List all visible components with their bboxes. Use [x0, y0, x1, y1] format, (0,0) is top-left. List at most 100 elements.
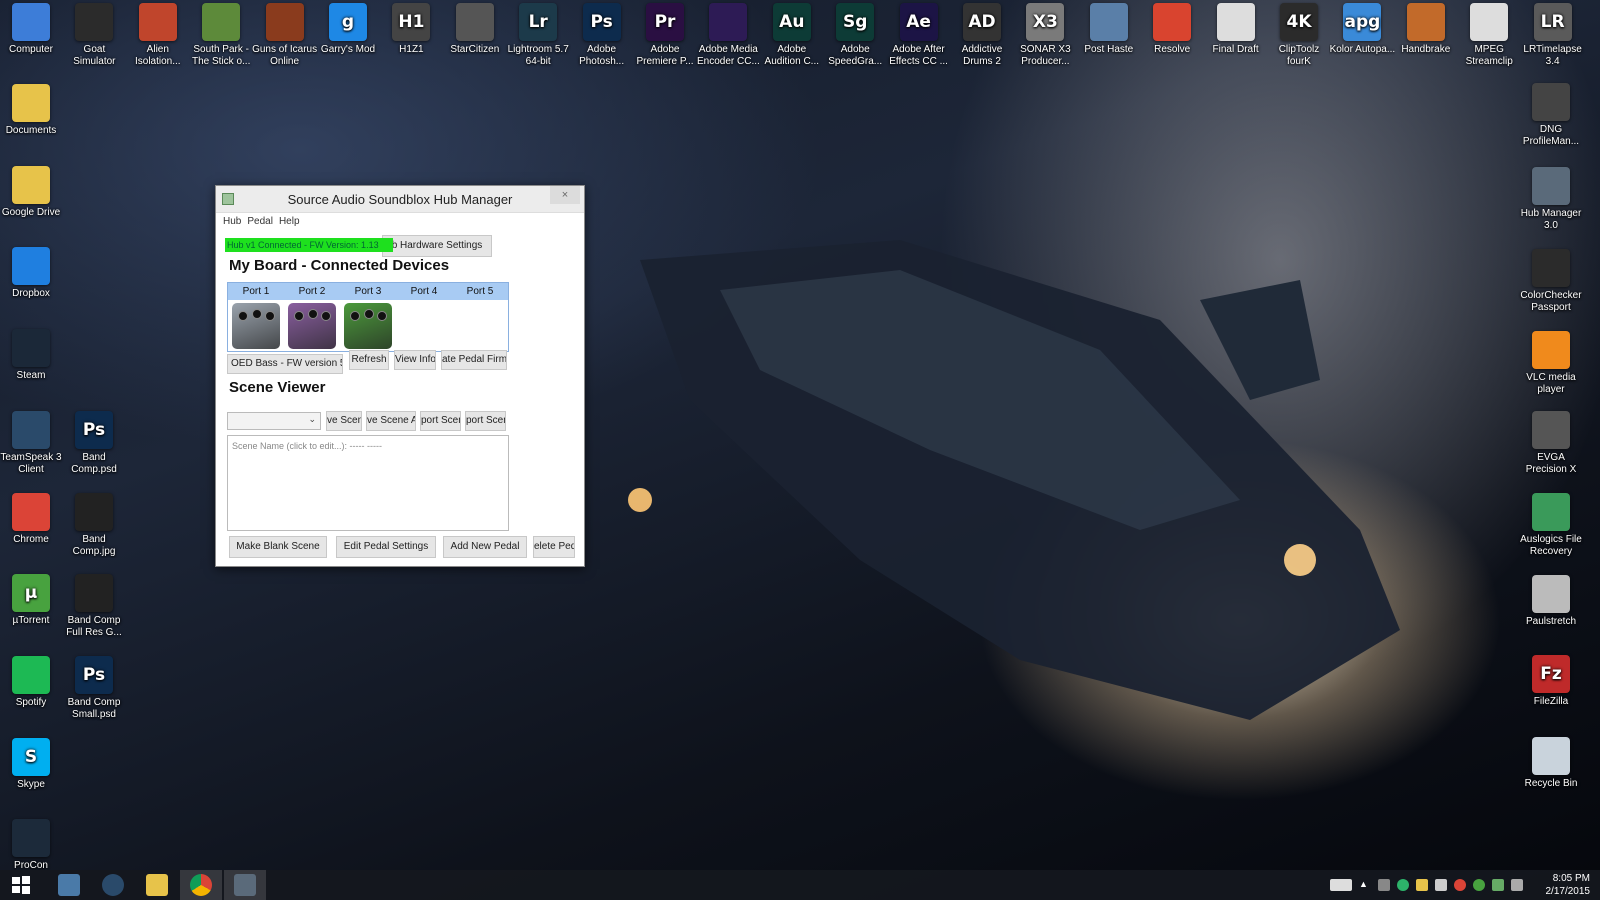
menu-pedal[interactable]: Pedal: [247, 216, 273, 227]
network-tray-icon[interactable]: [1378, 879, 1390, 891]
taskbar-chrome[interactable]: [180, 870, 222, 900]
update-pedal-firmware-button[interactable]: ate Pedal Firmw: [441, 350, 507, 370]
desktop-shortcut[interactable]: g Garry's Mod: [317, 0, 379, 80]
desktop-shortcut[interactable]: Chrome: [0, 490, 62, 570]
start-button[interactable]: [0, 870, 42, 900]
chrome-tray-icon[interactable]: [1454, 879, 1466, 891]
desktop-shortcut[interactable]: Adobe Media Encoder CC...: [697, 0, 760, 80]
folder-icon: [12, 84, 50, 122]
desktop-shortcut[interactable]: Final Draft: [1205, 0, 1267, 80]
desktop-shortcut[interactable]: µ µTorrent: [0, 571, 62, 651]
desktop-shortcut[interactable]: Au Adobe Audition C...: [761, 0, 823, 80]
desktop-shortcut[interactable]: ColorChecker Passport: [1520, 246, 1582, 326]
window-titlebar[interactable]: Source Audio Soundblox Hub Manager ×: [216, 186, 584, 213]
desktop-shortcut[interactable]: Dropbox: [0, 244, 62, 324]
taskbar-pin-app[interactable]: [48, 870, 90, 900]
procon-icon: [12, 819, 50, 858]
desktop-shortcut[interactable]: Ps Adobe Photosh...: [571, 0, 633, 80]
action-center-icon[interactable]: [1511, 879, 1523, 891]
sync-tray-icon[interactable]: [1397, 879, 1409, 891]
desktop-shortcut[interactable]: Spotify: [0, 653, 62, 733]
port-4-header[interactable]: Port 4: [396, 283, 452, 300]
desktop-shortcut[interactable]: LR LRTimelapse 3.4: [1522, 0, 1584, 80]
desktop-shortcut[interactable]: Goat Simulator: [63, 0, 125, 80]
desktop-shortcut[interactable]: Ae Adobe After Effects CC ...: [888, 0, 950, 80]
menu-hub[interactable]: Hub: [223, 216, 241, 227]
desktop-shortcut[interactable]: Band Comp.jpg: [63, 490, 125, 570]
drive-tray-icon[interactable]: [1416, 879, 1428, 891]
desktop-shortcut[interactable]: X3 SONAR X3 Producer...: [1014, 0, 1076, 80]
desktop-shortcut[interactable]: Handbrake: [1395, 0, 1457, 80]
port-3-header[interactable]: Port 3: [340, 283, 396, 300]
desktop-shortcut-label: MPEG Streamclip: [1465, 44, 1513, 67]
desktop-shortcut[interactable]: Band Comp Full Res G...: [63, 571, 125, 651]
desktop-shortcut[interactable]: MPEG Streamclip: [1458, 0, 1520, 80]
desktop-shortcut[interactable]: South Park - The Stick o...: [190, 0, 252, 80]
desktop-shortcut[interactable]: Steam: [0, 326, 62, 406]
scene-dropdown[interactable]: ⌄: [227, 412, 321, 430]
desktop-shortcut[interactable]: Recycle Bin: [1520, 734, 1582, 814]
desktop-shortcut[interactable]: Paulstretch: [1520, 572, 1582, 652]
desktop-shortcut[interactable]: EVGA Precision X: [1520, 408, 1582, 488]
desktop-shortcut[interactable]: Documents: [0, 81, 62, 161]
import-scene-button[interactable]: port Scen: [420, 411, 461, 431]
desktop-shortcut[interactable]: Hub Manager 3.0: [1520, 164, 1582, 244]
desktop-shortcut[interactable]: Fz FileZilla: [1520, 652, 1582, 732]
close-button[interactable]: ×: [550, 186, 580, 204]
system-tray: ▲: [1330, 877, 1530, 893]
pedal-port-1[interactable]: [232, 303, 280, 349]
scene-viewer-heading: Scene Viewer: [229, 379, 326, 396]
port-1-header[interactable]: Port 1: [228, 283, 284, 300]
scene-name-editor[interactable]: Scene Name (click to edit...): ----- ---…: [227, 435, 509, 531]
desktop-shortcut-label: Band Comp.jpg: [72, 533, 116, 557]
desktop-shortcut[interactable]: StarCitizen: [444, 0, 506, 80]
desktop-shortcut[interactable]: Google Drive: [0, 163, 62, 243]
taskbar-file-explorer[interactable]: [136, 870, 178, 900]
desktop-shortcut-label: Adobe Audition C...: [764, 44, 820, 67]
desktop-shortcut[interactable]: H1 H1Z1: [380, 0, 442, 80]
port-2-header[interactable]: Port 2: [284, 283, 340, 300]
lightroom-icon: Lr: [519, 3, 558, 41]
taskbar-clock[interactable]: 8:05 PM 2/17/2015: [1546, 872, 1591, 898]
desktop-shortcut[interactable]: TeamSpeak 3 Client: [0, 408, 62, 488]
desktop-shortcut[interactable]: Alien Isolation...: [127, 0, 189, 80]
desktop-shortcut[interactable]: Ps Band Comp Small.psd: [63, 653, 125, 733]
desktop-shortcut[interactable]: Lr Lightroom 5.7 64-bit: [507, 0, 569, 80]
desktop-shortcut[interactable]: apg Kolor Autopa...: [1330, 0, 1395, 80]
volume-icon[interactable]: [1435, 879, 1447, 891]
menu-help[interactable]: Help: [279, 216, 300, 227]
edit-pedal-settings-button[interactable]: Edit Pedal Settings: [336, 536, 436, 558]
utorrent-tray-icon[interactable]: [1473, 879, 1485, 891]
desktop-shortcut[interactable]: Ps Band Comp.psd: [63, 408, 125, 488]
desktop-shortcut[interactable]: S Skype: [0, 735, 62, 815]
keyboard-icon[interactable]: [1330, 879, 1352, 891]
add-new-pedal-button[interactable]: Add New Pedal: [443, 536, 527, 558]
signal-tray-icon[interactable]: [1492, 879, 1504, 891]
desktop-shortcut[interactable]: AD Addictive Drums 2: [951, 0, 1013, 80]
make-blank-scene-button[interactable]: Make Blank Scene: [229, 536, 327, 558]
desktop-shortcut[interactable]: Resolve: [1141, 0, 1203, 80]
save-scene-as-button[interactable]: ve Scene A: [366, 411, 416, 431]
delete-pedal-button[interactable]: elete Ped: [533, 536, 575, 558]
taskbar-teamspeak[interactable]: [92, 870, 134, 900]
clock-date: 2/17/2015: [1545, 886, 1591, 897]
desktop-shortcut[interactable]: Auslogics File Recovery: [1520, 490, 1582, 570]
desktop-shortcut[interactable]: Computer: [0, 0, 62, 80]
pedal-port-2[interactable]: [288, 303, 336, 349]
view-info-button[interactable]: View Info: [394, 350, 436, 370]
desktop-shortcut[interactable]: 4K ClipToolz fourK: [1268, 0, 1330, 80]
desktop-shortcut[interactable]: VLC media player: [1520, 328, 1582, 408]
export-scene-button[interactable]: port Scen: [465, 411, 506, 431]
desktop-shortcut[interactable]: Post Haste: [1078, 0, 1140, 80]
desktop-shortcut[interactable]: DNG ProfileMan...: [1520, 80, 1582, 160]
desktop-shortcut[interactable]: Guns of Icarus Online: [252, 0, 317, 80]
pedal-port-3[interactable]: [344, 303, 392, 349]
save-scene-button[interactable]: ve Scen: [326, 411, 362, 431]
taskbar-hub-manager[interactable]: [224, 870, 266, 900]
tray-expand-icon[interactable]: ▲: [1359, 879, 1371, 891]
refresh-button[interactable]: Refresh: [349, 350, 389, 370]
desktop-shortcut[interactable]: Sg Adobe SpeedGra...: [824, 0, 886, 80]
desktop-shortcut[interactable]: Pr Adobe Premiere P...: [634, 0, 696, 80]
hub-hardware-settings-button[interactable]: b Hardware Settings: [382, 235, 492, 257]
port-5-header[interactable]: Port 5: [452, 283, 508, 300]
